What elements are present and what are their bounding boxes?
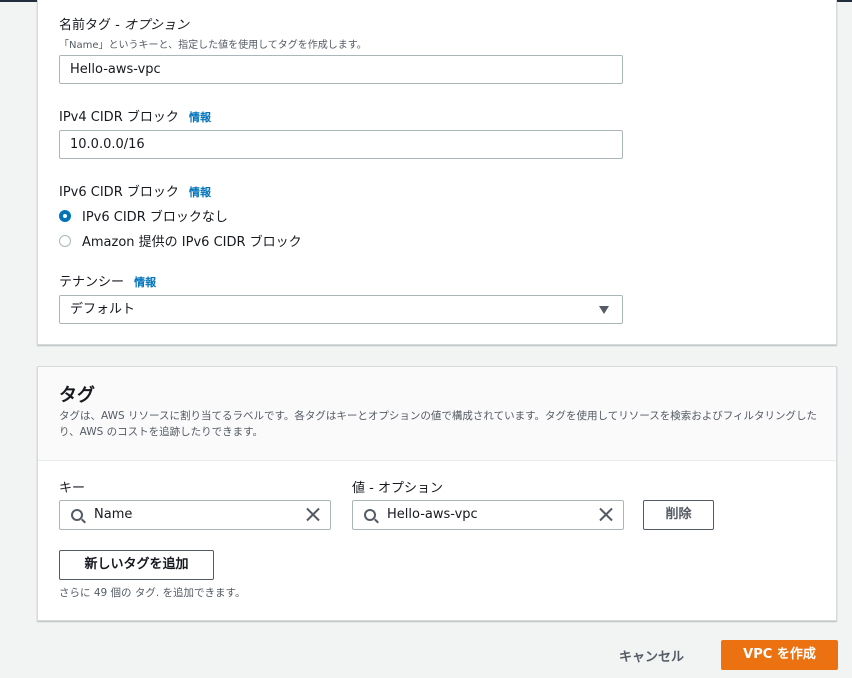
ipv4-cidr-input[interactable]: 10.0.0.0/16 <box>59 130 623 159</box>
clear-icon[interactable] <box>306 507 320 521</box>
ipv6-option-none[interactable]: IPv6 CIDR ブロックなし <box>59 206 228 225</box>
add-tag-button[interactable]: 新しいタグを追加 <box>59 550 214 580</box>
ipv6-info-link[interactable]: 情報 <box>189 186 211 199</box>
search-icon <box>364 509 376 521</box>
ipv6-cidr-label: IPv6 CIDR ブロック 情報 <box>59 181 211 200</box>
tags-panel-header: タグ タグは、AWS リソースに割り当てるラベルです。各タグはキーとオプションの… <box>38 367 836 461</box>
name-tag-label-text: 名前タグ - <box>59 18 124 33</box>
ipv6-option-amazon[interactable]: Amazon 提供の IPv6 CIDR ブロック <box>59 231 302 250</box>
cancel-button[interactable]: キャンセル <box>619 646 684 665</box>
tag-value-input[interactable]: Hello-aws-vpc <box>352 500 624 530</box>
ipv4-cidr-label-text: IPv4 CIDR ブロック <box>59 110 179 125</box>
ipv6-cidr-label-text: IPv6 CIDR ブロック <box>59 185 179 200</box>
radio-selected-icon[interactable] <box>59 209 71 222</box>
remaining-tags-note: さらに 49 個の タグ. を追加できます。 <box>59 587 246 599</box>
tag-key-value: Name <box>94 507 133 522</box>
tags-title: タグ <box>59 385 95 406</box>
tenancy-info-link[interactable]: 情報 <box>134 276 156 289</box>
remove-tag-button[interactable]: 削除 <box>643 500 714 530</box>
tags-description: タグは、AWS リソースに割り当てるラベルです。各タグはキーとオプションの値で構… <box>59 410 818 438</box>
vpc-settings-panel: 名前タグ - オプション 「Name」というキーと、指定した値を使用してタグを作… <box>37 0 837 345</box>
ipv4-cidr-label: IPv4 CIDR ブロック 情報 <box>59 106 211 125</box>
ipv6-option-none-label: IPv6 CIDR ブロックなし <box>82 210 228 225</box>
create-vpc-button[interactable]: VPC を作成 <box>721 640 838 670</box>
search-icon <box>71 509 83 521</box>
tenancy-label-text: テナンシー <box>59 275 125 290</box>
ipv4-info-link[interactable]: 情報 <box>189 111 211 124</box>
name-tag-input[interactable]: Hello-aws-vpc <box>59 55 623 84</box>
tags-panel: タグ タグは、AWS リソースに割り当てるラベルです。各タグはキーとオプションの… <box>37 366 837 621</box>
tag-value-label: 値 - オプション <box>352 481 443 496</box>
clear-icon[interactable] <box>599 507 613 521</box>
name-tag-optional: オプション <box>123 18 189 33</box>
name-tag-description: 「Name」というキーと、指定した値を使用してタグを作成します。 <box>59 40 367 51</box>
tenancy-select-value: デフォルト <box>70 302 136 317</box>
tenancy-label: テナンシー 情報 <box>59 271 156 290</box>
radio-unselected-icon[interactable] <box>59 234 71 247</box>
tag-key-label: キー <box>59 481 86 496</box>
name-tag-label: 名前タグ - オプション <box>59 14 189 33</box>
tenancy-select[interactable]: デフォルト <box>59 295 623 324</box>
caret-down-icon <box>599 306 609 314</box>
ipv6-option-amazon-label: Amazon 提供の IPv6 CIDR ブロック <box>82 235 302 250</box>
tag-value-value: Hello-aws-vpc <box>387 507 478 522</box>
tag-key-input[interactable]: Name <box>59 500 331 530</box>
